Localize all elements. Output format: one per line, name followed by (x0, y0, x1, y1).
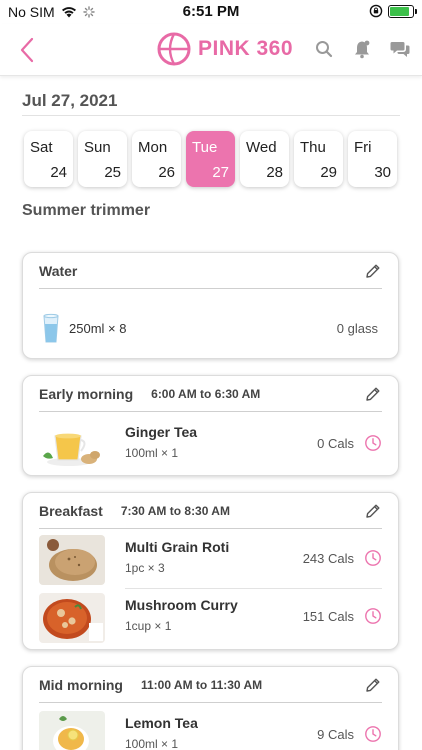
week-day-selector: Sat 24 Sun 25 Mon 26 Tue 27 Wed 28 Thu 2… (24, 131, 397, 187)
food-quantity: 1pc × 3 (125, 561, 165, 575)
day-name: Sun (84, 139, 111, 156)
back-arrow-icon[interactable] (16, 36, 40, 64)
orientation-lock-icon (369, 4, 383, 18)
food-calories: 9 Cals (317, 727, 354, 742)
edit-pencil-icon[interactable] (364, 676, 382, 694)
edit-pencil-icon[interactable] (364, 262, 382, 280)
roti-image (39, 535, 105, 585)
food-name: Mushroom Curry (125, 597, 238, 613)
food-item[interactable]: Multi Grain Roti 1pc × 3 243 Cals (39, 531, 382, 589)
search-icon[interactable] (314, 39, 334, 59)
status-bar: No SIM 6:51 PM (0, 0, 422, 24)
water-glass-count: 0 glass (336, 320, 378, 336)
food-quantity: 1cup × 1 (125, 619, 172, 633)
water-row: 250ml × 8 0 glass (43, 311, 378, 345)
food-quantity: 100ml × 1 (125, 737, 179, 750)
day-tue-selected[interactable]: Tue 27 (186, 131, 235, 187)
day-number: 26 (158, 164, 175, 181)
meal-title: Early morning (39, 385, 134, 402)
chat-icon[interactable] (390, 39, 410, 59)
edit-pencil-icon[interactable] (364, 385, 382, 403)
food-calories: 243 Cals (302, 551, 354, 566)
divider (22, 115, 400, 116)
day-number: 25 (104, 164, 121, 181)
brand-logo: PINK 360 (156, 31, 293, 67)
lemon-tea-image (39, 711, 105, 750)
card-header: Mid morning 11:00 AM to 11:30 AM (39, 667, 382, 703)
day-name: Sat (30, 139, 53, 156)
day-wed[interactable]: Wed 28 (240, 131, 289, 187)
notification-bell-icon[interactable] (352, 39, 372, 59)
day-mon[interactable]: Mon 26 (132, 131, 181, 187)
meal-card-breakfast: Breakfast 7:30 AM to 8:30 AM Multi Grain… (22, 492, 399, 650)
day-fri[interactable]: Fri 30 (348, 131, 397, 187)
day-name: Mon (138, 139, 168, 156)
day-name: Thu (300, 139, 326, 156)
water-amount: 250ml × 8 (69, 320, 127, 336)
day-number: 30 (374, 164, 391, 181)
day-number: 24 (50, 164, 67, 181)
meal-time: 11:00 AM to 11:30 AM (141, 677, 263, 692)
card-header: Early morning 6:00 AM to 6:30 AM (39, 376, 382, 412)
logo-globe-icon (157, 32, 191, 66)
day-thu[interactable]: Thu 29 (294, 131, 343, 187)
plan-title: Summer trimmer (22, 202, 151, 219)
logo-text: PINK 360 (198, 37, 294, 60)
food-quantity: 100ml × 1 (125, 446, 179, 460)
edit-pencil-icon[interactable] (364, 502, 382, 520)
mushroom-curry-image (39, 593, 105, 643)
food-item[interactable]: Mushroom Curry 1cup × 1 151 Cals (39, 589, 382, 647)
header-actions (314, 39, 410, 59)
card-header: Water (39, 253, 382, 289)
food-item[interactable]: Lemon Tea 100ml × 1 9 Cals (39, 707, 382, 750)
meal-time: 7:30 AM to 8:30 AM (120, 503, 230, 518)
meal-card-mid-morning: Mid morning 11:00 AM to 11:30 AM Lemon T… (22, 666, 399, 750)
battery-icon (388, 4, 417, 18)
status-right (369, 4, 417, 18)
food-name: Multi Grain Roti (125, 539, 230, 555)
day-sat[interactable]: Sat 24 (24, 131, 73, 187)
clock-icon[interactable] (364, 549, 382, 567)
meal-title: Breakfast (39, 502, 103, 519)
meal-title: Mid morning (39, 676, 123, 693)
ginger-tea-image (39, 420, 105, 470)
card-header: Breakfast 7:30 AM to 8:30 AM (39, 493, 382, 529)
water-glass-icon (43, 313, 59, 343)
day-name: Tue (192, 139, 218, 156)
day-sun[interactable]: Sun 25 (78, 131, 127, 187)
day-number: 27 (212, 164, 229, 181)
day-number: 29 (320, 164, 337, 181)
food-calories: 151 Cals (302, 609, 354, 624)
food-calories: 0 Cals (317, 436, 354, 451)
status-time: 6:51 PM (182, 3, 240, 20)
day-name: Wed (246, 139, 277, 156)
food-name: Ginger Tea (125, 424, 198, 440)
clock-icon[interactable] (364, 607, 382, 625)
clock-icon[interactable] (364, 434, 382, 452)
food-name: Lemon Tea (125, 715, 198, 731)
card-title: Water (39, 262, 78, 279)
food-item[interactable]: Ginger Tea 100ml × 1 0 Cals (39, 416, 382, 474)
day-number: 28 (266, 164, 283, 181)
water-card: Water 250ml × 8 0 glass (22, 252, 399, 359)
selected-date: Jul 27, 2021 (22, 91, 118, 110)
clock-icon[interactable] (364, 725, 382, 743)
meal-time: 6:00 AM to 6:30 AM (151, 386, 261, 401)
meal-card-early-morning: Early morning 6:00 AM to 6:30 AM Ginger … (22, 375, 399, 476)
app-header: PINK 360 (0, 24, 422, 76)
day-name: Fri (354, 139, 372, 156)
